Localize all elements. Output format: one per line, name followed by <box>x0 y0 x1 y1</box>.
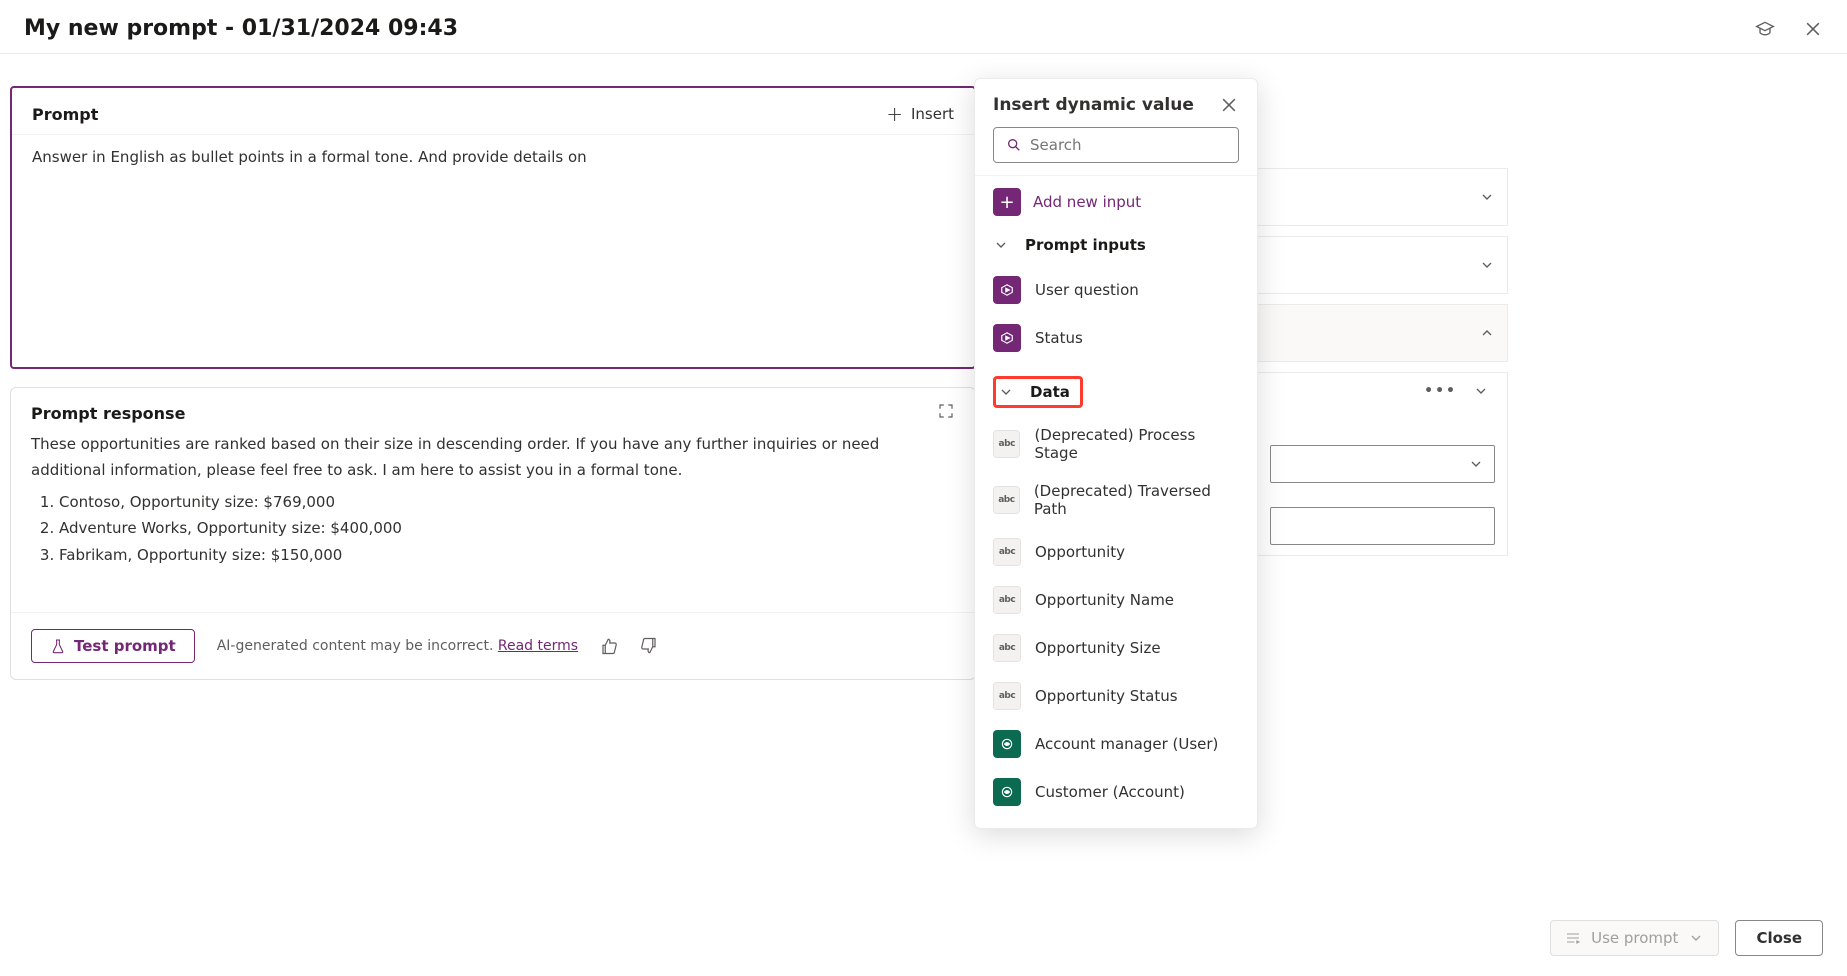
item-label: (Deprecated) Process Stage <box>1034 426 1239 462</box>
dynamic-value-popover: Insert dynamic value + Add new input <box>974 78 1258 829</box>
dynamic-value-item[interactable]: abc (Deprecated) Process Stage <box>993 416 1239 472</box>
test-prompt-button[interactable]: Test prompt <box>31 629 195 663</box>
popover-title: Insert dynamic value <box>993 95 1194 115</box>
input-icon <box>993 324 1021 352</box>
dynamic-value-item[interactable]: abc Opportunity <box>993 528 1239 576</box>
item-label: Opportunity <box>1035 543 1125 561</box>
test-prompt-label: Test prompt <box>74 637 176 655</box>
chevron-down-icon <box>1468 456 1484 472</box>
chevron-down-icon[interactable] <box>1479 257 1495 273</box>
text-icon: abc <box>993 682 1021 710</box>
item-label: User question <box>1035 281 1139 299</box>
entity-icon <box>993 730 1021 758</box>
list-item: Contoso, Opportunity size: $769,000 <box>59 489 955 515</box>
dynamic-value-item[interactable]: abc Opportunity Size <box>993 624 1239 672</box>
prompt-icon <box>1565 930 1581 946</box>
thumbs-down-icon[interactable] <box>640 637 658 655</box>
text-icon: abc <box>993 538 1021 566</box>
learn-icon[interactable] <box>1755 19 1775 39</box>
item-label: Opportunity Status <box>1035 687 1178 705</box>
expand-icon[interactable] <box>937 402 955 424</box>
settings-row[interactable] <box>1258 168 1508 226</box>
plus-icon: + <box>886 102 903 126</box>
response-card: Prompt response These opportunities are … <box>10 387 976 680</box>
item-label: Customer (Account) <box>1035 783 1185 801</box>
group-data[interactable]: Data <box>998 383 1070 401</box>
dynamic-value-item[interactable]: Status <box>993 314 1239 362</box>
group-label: Data <box>1030 383 1070 401</box>
dynamic-value-item[interactable]: User question <box>993 266 1239 314</box>
item-label: Status <box>1035 329 1083 347</box>
dynamic-value-item[interactable]: Account manager (User) <box>993 720 1239 768</box>
dynamic-value-item[interactable]: abc Opportunity Status <box>993 672 1239 720</box>
read-terms-link[interactable]: Read terms <box>498 638 578 654</box>
group-prompt-inputs[interactable]: Prompt inputs <box>993 236 1239 254</box>
text-icon: abc <box>993 430 1020 458</box>
response-list: Contoso, Opportunity size: $769,000 Adve… <box>31 489 955 568</box>
chevron-down-icon <box>998 384 1014 400</box>
insert-label: Insert <box>911 105 954 123</box>
use-prompt-button[interactable]: Use prompt <box>1550 920 1719 956</box>
response-intro: These opportunities are ranked based on … <box>31 432 955 483</box>
topbar-actions <box>1755 19 1823 39</box>
entity-icon <box>993 778 1021 806</box>
dynamic-value-item[interactable]: abc (Deprecated) Traversed Path <box>993 472 1239 528</box>
search-icon <box>1006 137 1022 153</box>
topbar: My new prompt - 01/31/2024 09:43 <box>0 0 1847 49</box>
close-button[interactable]: Close <box>1735 920 1823 956</box>
prompt-card: Prompt + Insert Answer in English as bul… <box>10 86 976 369</box>
close-icon[interactable] <box>1219 95 1239 115</box>
dropdown-field[interactable] <box>1270 445 1495 483</box>
prompt-textarea[interactable]: Answer in English as bullet points in a … <box>32 147 954 347</box>
list-item: Adventure Works, Opportunity size: $400,… <box>59 515 955 541</box>
use-prompt-label: Use prompt <box>1591 929 1678 947</box>
text-icon: abc <box>993 586 1021 614</box>
item-label: Opportunity Name <box>1035 591 1174 609</box>
dynamic-value-item[interactable]: Customer (Account) <box>993 768 1239 816</box>
chevron-down-icon <box>1688 930 1704 946</box>
text-icon: abc <box>993 486 1020 514</box>
bottom-bar: Use prompt Close <box>1550 920 1823 956</box>
add-new-label: Add new input <box>1033 193 1141 211</box>
item-label: Account manager (User) <box>1035 735 1218 753</box>
settings-row[interactable] <box>1258 236 1508 294</box>
beaker-icon <box>50 638 66 654</box>
chevron-down-icon[interactable] <box>1473 383 1489 399</box>
search-field[interactable] <box>1030 136 1226 154</box>
more-icon[interactable]: ••• <box>1424 383 1457 399</box>
group-label: Prompt inputs <box>1025 236 1146 254</box>
item-label: (Deprecated) Traversed Path <box>1034 482 1239 518</box>
list-item: Fabrikam, Opportunity size: $150,000 <box>59 542 955 568</box>
plus-icon: + <box>993 188 1021 216</box>
chevron-up-icon[interactable] <box>1479 325 1495 341</box>
settings-column: ••• <box>1258 168 1508 556</box>
search-input[interactable] <box>993 127 1239 163</box>
text-icon: abc <box>993 634 1021 662</box>
chevron-down-icon <box>993 237 1009 253</box>
settings-row-expanded[interactable] <box>1258 304 1508 362</box>
response-card-title: Prompt response <box>31 404 185 423</box>
prompt-card-title: Prompt <box>32 105 98 124</box>
close-window-icon[interactable] <box>1803 19 1823 39</box>
dynamic-value-item[interactable]: abc Opportunity Name <box>993 576 1239 624</box>
ai-disclaimer: AI-generated content may be incorrect. R… <box>217 638 578 654</box>
item-label: Opportunity Size <box>1035 639 1161 657</box>
page-title: My new prompt - 01/31/2024 09:43 <box>24 16 458 41</box>
add-new-input-button[interactable]: + Add new input <box>993 188 1239 216</box>
thumbs-up-icon[interactable] <box>600 637 618 655</box>
text-field[interactable] <box>1270 507 1495 545</box>
insert-button[interactable]: + Insert <box>886 102 954 126</box>
chevron-down-icon[interactable] <box>1479 189 1495 205</box>
input-icon <box>993 276 1021 304</box>
